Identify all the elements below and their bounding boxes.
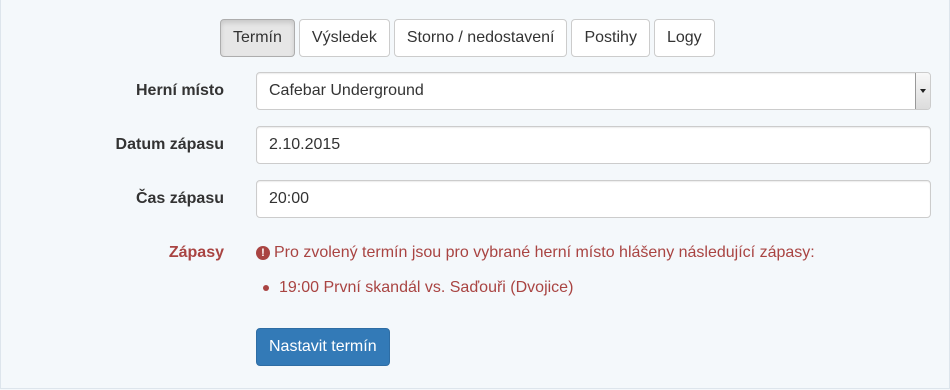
bullet-icon: [263, 285, 269, 291]
tab-logy[interactable]: Logy: [653, 19, 715, 57]
tab-vysledek[interactable]: Výsledek: [298, 19, 390, 57]
venue-select[interactable]: Cafebar Underground: [256, 72, 931, 110]
time-label: Čas zápasu: [135, 190, 224, 207]
tab-storno[interactable]: Storno / nedostavení: [393, 19, 568, 57]
time-input[interactable]: 20:00: [256, 180, 931, 218]
match-list: 19:00 První skandál vs. Saďouři (Dvojice…: [263, 279, 573, 297]
date-input[interactable]: 2.10.2015: [256, 126, 931, 164]
matches-warning-text: Pro zvolený termín jsou pro vybrané hern…: [274, 244, 815, 261]
matches-warning: ! Pro zvolený termín jsou pro vybrané he…: [256, 244, 815, 262]
match-item-text: 19:00 První skandál vs. Saďouři (Dvojice…: [279, 279, 574, 296]
exclamation-circle-icon: !: [256, 246, 270, 260]
venue-select-value: Cafebar Underground: [269, 82, 424, 99]
date-input-value: 2.10.2015: [269, 136, 341, 153]
matches-label: Zápasy: [168, 244, 224, 261]
list-item: 19:00 První skandál vs. Saďouři (Dvojice…: [263, 279, 573, 297]
time-input-value: 20:00: [269, 190, 310, 207]
tab-termin[interactable]: Termín: [220, 19, 295, 57]
match-edit-page: Termín Výsledek Storno / nedostavení Pos…: [0, 0, 950, 389]
set-date-button[interactable]: Nastavit termín: [256, 328, 390, 366]
date-label: Datum zápasu: [115, 136, 224, 153]
tab-bar: Termín Výsledek Storno / nedostavení Pos…: [220, 19, 715, 57]
chevron-down-icon[interactable]: [915, 73, 930, 109]
venue-label: Herní místo: [135, 82, 224, 99]
tab-postihy[interactable]: Postihy: [571, 19, 650, 57]
